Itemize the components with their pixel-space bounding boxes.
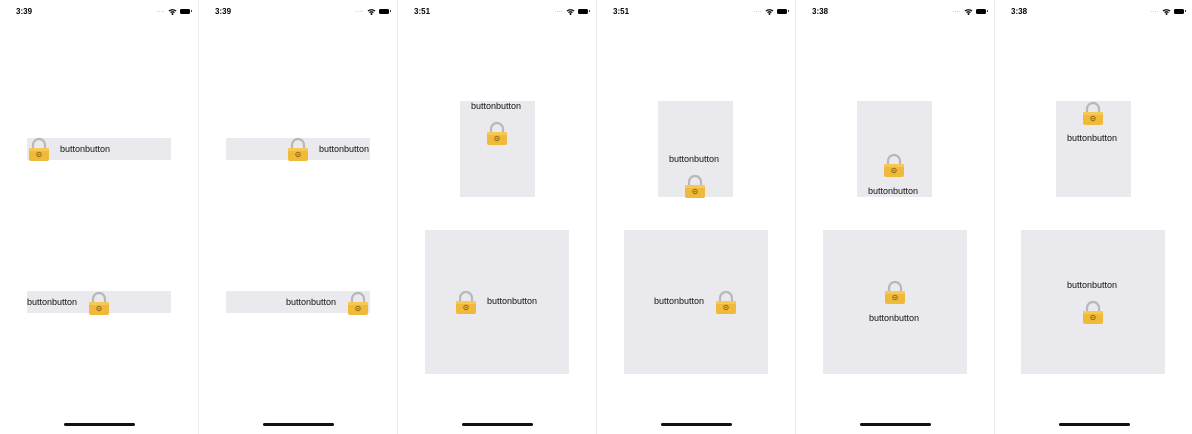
image-top-title-bottom-button[interactable]: buttonbutton — [857, 101, 932, 197]
battery-icon — [379, 8, 391, 14]
home-indicator — [860, 423, 931, 426]
image-title-button[interactable]: buttonbutton — [226, 137, 370, 161]
status-icons: .... — [753, 6, 789, 16]
button-title: buttonbutton — [669, 154, 720, 164]
signal-icon: .... — [156, 8, 165, 14]
phone-screen-6: 3:38 .... buttonbutton buttonbutton — [995, 0, 1192, 434]
wifi-icon — [566, 8, 575, 15]
lock-icon — [487, 121, 507, 145]
status-time: 3:38 — [1011, 7, 1028, 16]
button-title: buttonbutton — [1067, 280, 1118, 290]
status-time: 3:51 — [414, 7, 431, 16]
button-title: buttonbutton — [869, 313, 920, 323]
status-icons: .... — [156, 6, 192, 16]
lock-icon — [685, 174, 705, 198]
lock-icon — [885, 280, 905, 304]
lock-icon — [89, 291, 109, 315]
lock-icon — [1083, 101, 1103, 125]
home-indicator — [64, 423, 135, 426]
status-icons: .... — [355, 6, 391, 16]
lock-icon — [348, 291, 368, 315]
button-title: buttonbutton — [487, 296, 538, 306]
image-title-button[interactable]: buttonbutton — [27, 137, 171, 161]
status-time: 3:38 — [812, 7, 829, 16]
signal-icon: .... — [554, 8, 563, 14]
signal-icon: .... — [355, 8, 364, 14]
image-above-title-button[interactable]: buttonbutton — [823, 230, 967, 374]
signal-icon: .... — [1150, 8, 1159, 14]
battery-icon — [180, 8, 192, 14]
lock-icon — [29, 137, 49, 161]
home-indicator — [1059, 423, 1130, 426]
button-title: buttonbutton — [868, 186, 919, 196]
battery-icon — [578, 8, 590, 14]
battery-icon — [976, 8, 988, 14]
wifi-icon — [765, 8, 774, 15]
lock-icon — [716, 290, 736, 314]
button-title: buttonbutton — [319, 144, 370, 154]
signal-icon: .... — [753, 8, 762, 14]
image-top-title-below-button[interactable]: buttonbutton — [1056, 101, 1131, 197]
phone-screen-4: 3:51 .... buttonbutton buttonbutton — [597, 0, 795, 434]
title-above-image-button[interactable]: buttonbutton — [1021, 230, 1165, 374]
home-indicator — [661, 423, 732, 426]
lock-icon — [1083, 300, 1103, 324]
status-time: 3:51 — [613, 7, 630, 16]
title-image-button[interactable]: buttonbutton — [226, 291, 370, 315]
status-time: 3:39 — [215, 7, 232, 16]
lock-icon — [456, 290, 476, 314]
button-title: buttonbutton — [27, 297, 78, 307]
battery-icon — [777, 8, 789, 14]
title-image-button[interactable]: buttonbutton — [27, 291, 171, 315]
image-title-centered-button[interactable]: buttonbutton — [425, 230, 569, 374]
wifi-icon — [964, 8, 973, 15]
title-middle-image-bottom-button[interactable]: buttonbutton — [658, 101, 733, 198]
phone-screen-3: 3:51 .... buttonbutton buttonbutton — [398, 0, 596, 434]
status-icons: .... — [952, 6, 988, 16]
button-title: buttonbutton — [286, 297, 337, 307]
battery-icon — [1174, 8, 1186, 14]
button-title: buttonbutton — [1067, 133, 1118, 143]
status-icons: .... — [554, 6, 590, 16]
wifi-icon — [367, 8, 376, 15]
status-icons: .... — [1150, 6, 1186, 16]
title-image-centered-button[interactable]: buttonbutton — [624, 230, 768, 374]
button-title: buttonbutton — [471, 101, 522, 111]
phone-screen-5: 3:38 .... buttonbutton buttonbutton — [796, 0, 994, 434]
home-indicator — [263, 423, 334, 426]
lock-icon — [884, 153, 904, 177]
title-top-image-bottom-button[interactable]: buttonbutton — [460, 101, 535, 197]
wifi-icon — [1162, 8, 1171, 15]
button-title: buttonbutton — [654, 296, 705, 306]
phone-screen-1: 3:39 .... buttonbutton buttonbutton — [0, 0, 198, 434]
lock-icon — [288, 137, 308, 161]
button-title: buttonbutton — [60, 144, 111, 154]
status-time: 3:39 — [16, 7, 33, 16]
home-indicator — [462, 423, 533, 426]
signal-icon: .... — [952, 8, 961, 14]
phone-screen-2: 3:39 .... buttonbutton buttonbutton — [199, 0, 397, 434]
wifi-icon — [168, 8, 177, 15]
